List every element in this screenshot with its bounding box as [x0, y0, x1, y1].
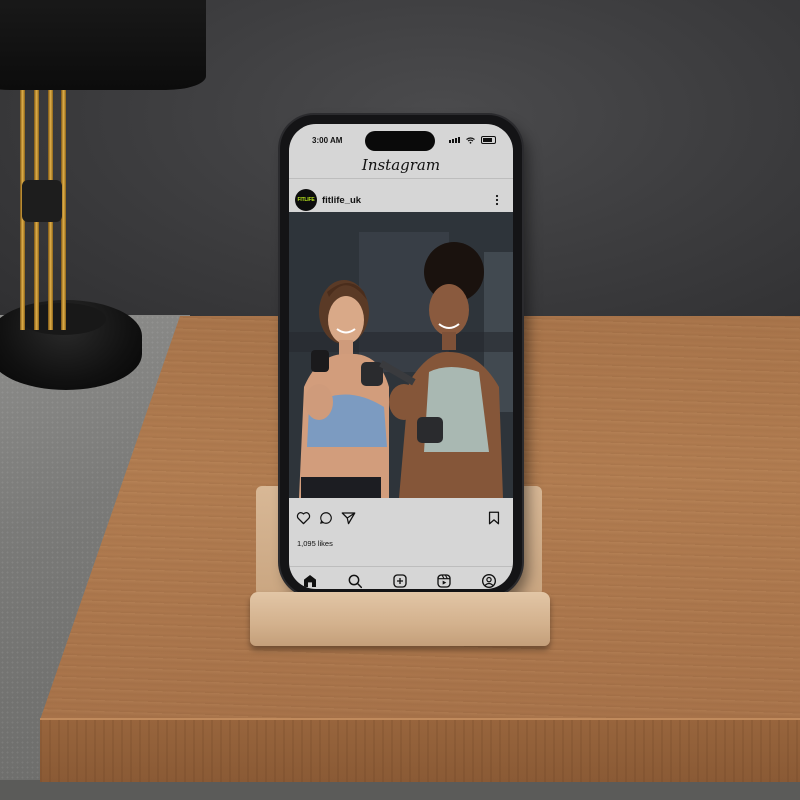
bottom-nav — [289, 566, 513, 589]
post-header: FITLIFE fitlife_uk — [289, 184, 513, 214]
likes-count[interactable]: 1,095 likes — [297, 539, 333, 548]
header-divider — [289, 178, 513, 179]
comment-icon[interactable] — [319, 511, 333, 525]
status-time: 3:00 AM — [312, 136, 343, 145]
more-options-icon[interactable] — [494, 194, 500, 206]
dynamic-island — [365, 131, 435, 151]
wooden-desk-front — [40, 720, 800, 782]
smartphone: 3:00 AM Instagram FITLIFE fitlife_uk 1,0… — [280, 115, 522, 596]
lamp-shade — [0, 0, 206, 90]
post-actions — [289, 509, 513, 531]
avatar-text: FITLIFE — [297, 197, 315, 203]
profile-icon[interactable] — [481, 573, 497, 589]
floor — [0, 780, 800, 800]
reels-icon[interactable] — [436, 573, 452, 589]
bookmark-icon[interactable] — [488, 511, 500, 525]
home-icon[interactable] — [302, 573, 318, 589]
avatar[interactable]: FITLIFE — [295, 189, 317, 211]
signal-icon — [449, 137, 460, 143]
search-icon[interactable] — [347, 573, 363, 589]
status-bar: 3:00 AM — [289, 124, 513, 152]
app-title: Instagram — [361, 156, 441, 174]
heart-icon[interactable] — [296, 511, 311, 525]
post-photo-illustration — [289, 212, 513, 498]
battery-icon — [481, 136, 496, 144]
lamp-joint — [22, 180, 62, 222]
post-photo[interactable] — [289, 212, 513, 498]
phone-screen: 3:00 AM Instagram FITLIFE fitlife_uk 1,0… — [289, 124, 513, 589]
wifi-icon — [466, 136, 475, 144]
status-icons — [449, 136, 496, 144]
phone-stand-front — [250, 592, 550, 646]
create-icon[interactable] — [392, 573, 408, 589]
post-username[interactable]: fitlife_uk — [322, 195, 361, 206]
share-icon[interactable] — [341, 511, 356, 525]
lamp-neck — [16, 90, 68, 330]
